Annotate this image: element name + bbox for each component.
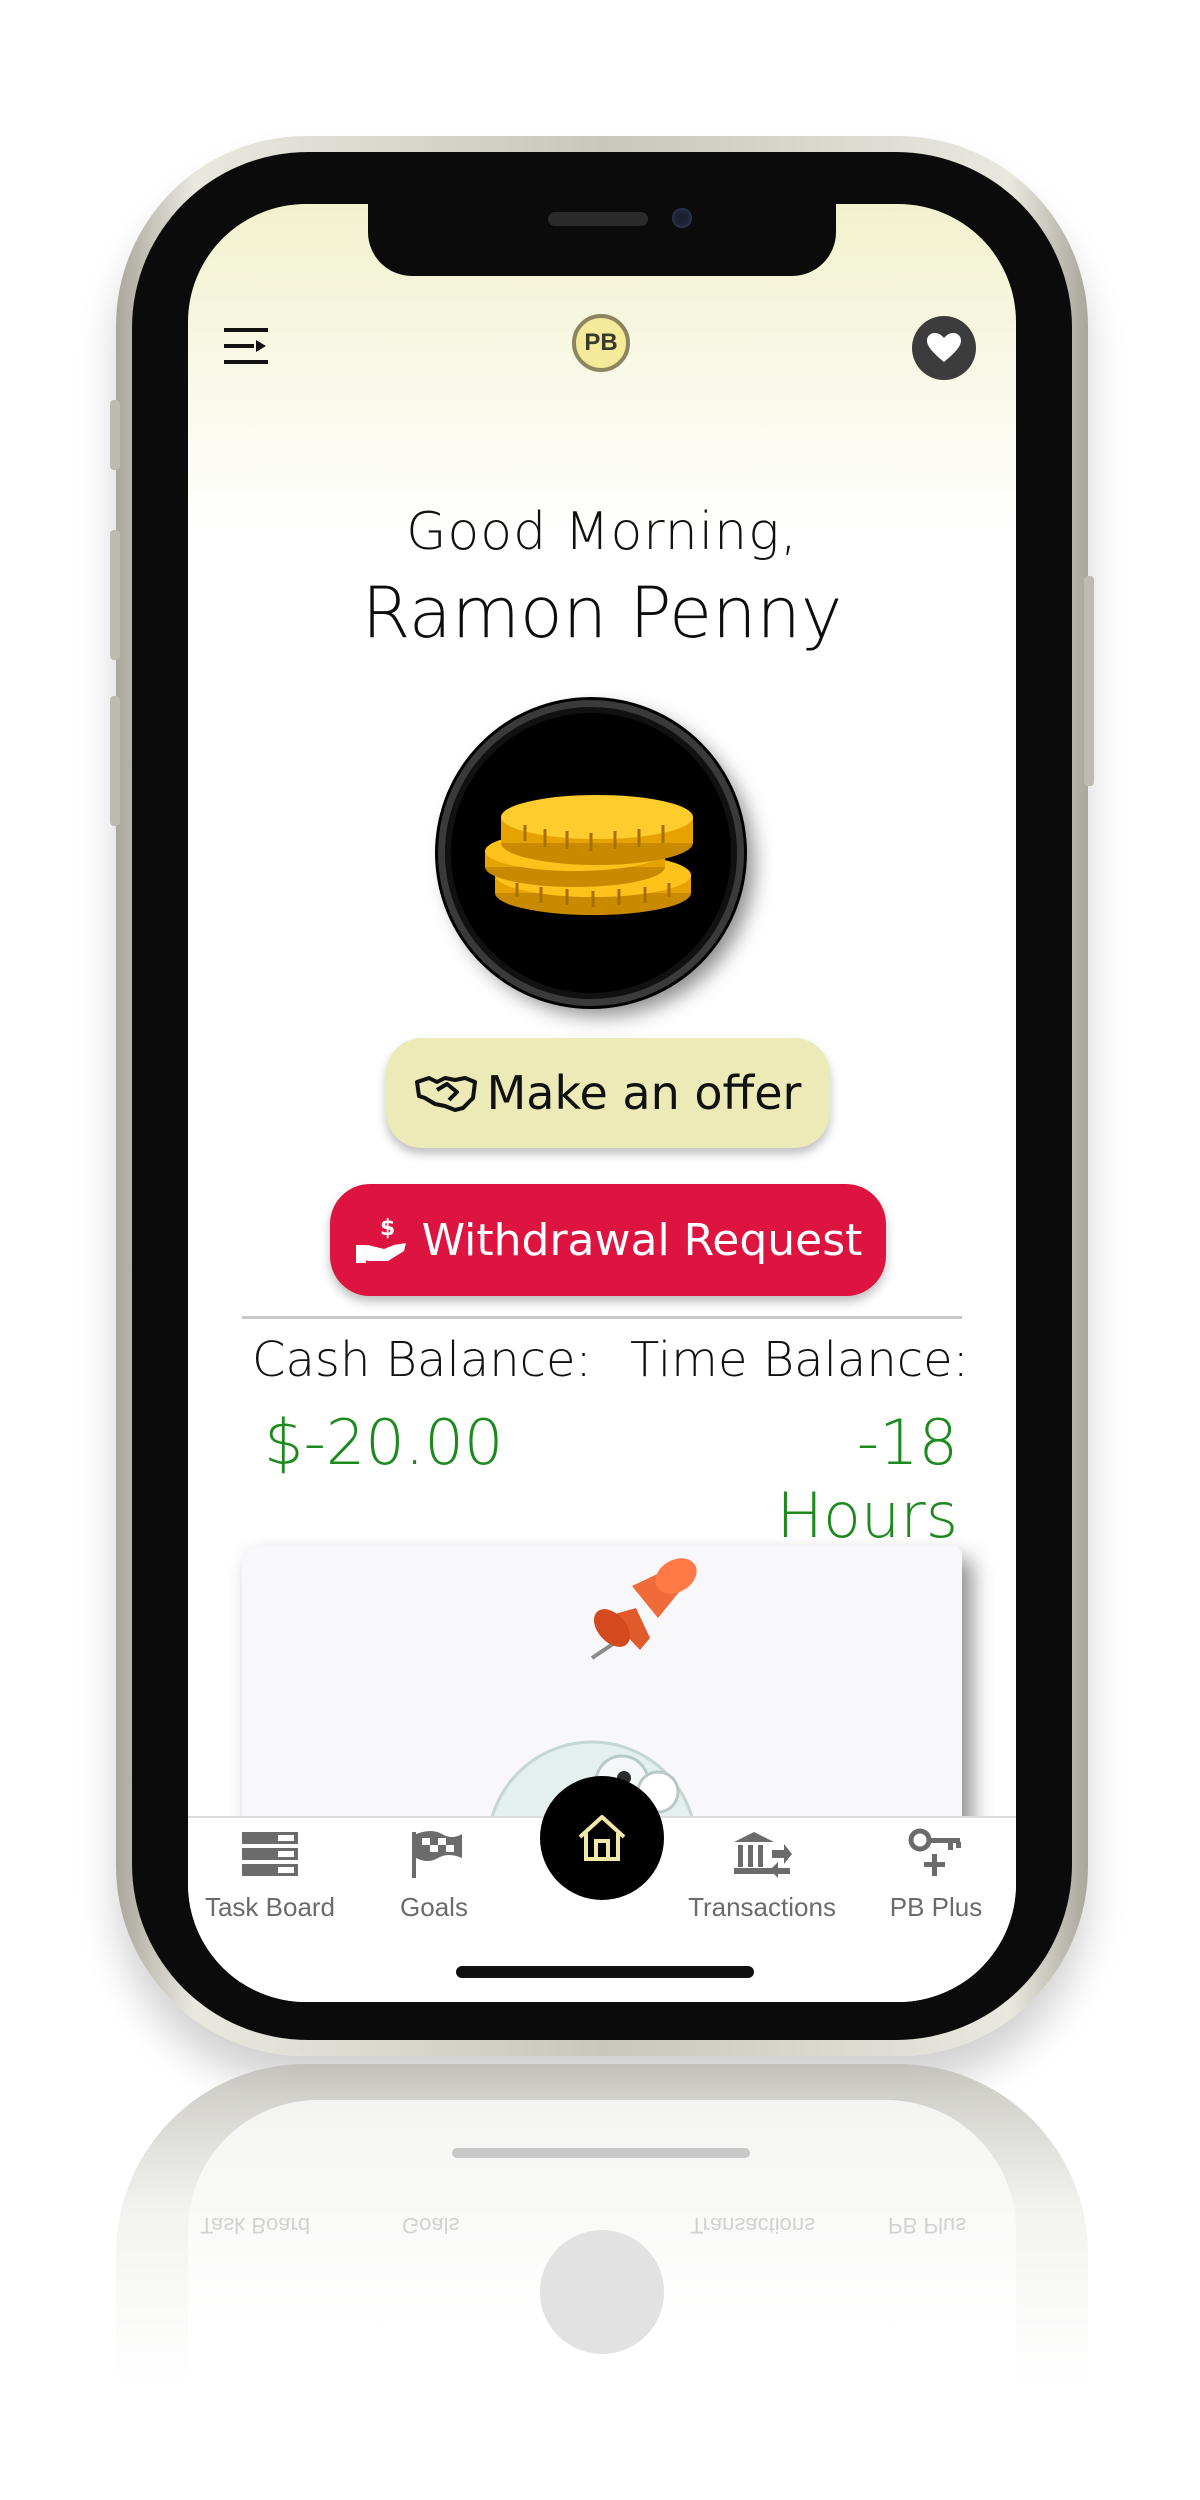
volume-down-button xyxy=(110,696,120,826)
tab-pb-plus[interactable]: PB Plus xyxy=(856,1818,1016,1938)
key-plus-icon xyxy=(908,1828,961,1876)
front-camera xyxy=(672,208,692,228)
greeting-text: Good Morning, xyxy=(406,502,798,562)
reflection-label-transactions: Transactions xyxy=(690,2213,816,2238)
task-board-icon xyxy=(242,1832,298,1876)
reflection-home-indicator xyxy=(452,2148,750,2158)
coin-badge xyxy=(438,700,744,1006)
balance-divider xyxy=(242,1316,962,1319)
make-offer-label: Make an offer xyxy=(486,1066,802,1120)
reflection-label-pb-plus: PB Plus xyxy=(888,2213,967,2238)
home-indicator[interactable] xyxy=(456,1966,754,1978)
time-balance-label: Time Balance: xyxy=(630,1332,969,1388)
menu-icon[interactable] xyxy=(222,324,272,368)
withdrawal-request-label: Withdrawal Request xyxy=(421,1214,863,1266)
app-screen: PB Good Morning, Ramon Penny Make an off… xyxy=(188,204,1016,2002)
tab-transactions-label: Transactions xyxy=(688,1892,836,1922)
power-button xyxy=(1084,576,1094,786)
phone-notch xyxy=(368,204,836,276)
reflection-label-goals: Goals xyxy=(402,2213,460,2238)
volume-up-button xyxy=(110,530,120,660)
bank-transfer-icon xyxy=(734,1832,792,1878)
tab-transactions[interactable]: Transactions xyxy=(682,1818,842,1938)
home-icon xyxy=(578,1815,626,1861)
tab-pb-plus-label: PB Plus xyxy=(889,1892,983,1922)
hand-dollar-icon: $ xyxy=(355,1216,406,1263)
cash-balance-label: Cash Balance: xyxy=(252,1332,592,1388)
tab-task-board[interactable]: Task Board xyxy=(190,1818,350,1938)
make-offer-button[interactable]: Make an offer xyxy=(386,1038,830,1148)
cash-balance-value: $-20.00 xyxy=(264,1406,504,1479)
heart-icon[interactable] xyxy=(912,316,976,380)
flag-icon xyxy=(412,1831,462,1878)
mute-switch xyxy=(110,400,120,470)
handshake-icon xyxy=(414,1076,477,1112)
tab-goals-label: Goals xyxy=(400,1892,468,1922)
tab-goals[interactable]: Goals xyxy=(354,1818,514,1938)
withdrawal-request-button[interactable]: $ Withdrawal Request xyxy=(330,1184,886,1296)
reflection-label-task-board: Task Board xyxy=(200,2213,311,2238)
reflection-home-button xyxy=(540,2230,664,2354)
tab-home[interactable] xyxy=(540,1776,664,1900)
pushpin-icon xyxy=(590,1558,697,1660)
coins-icon xyxy=(485,795,693,915)
speaker-grill xyxy=(548,212,648,226)
time-balance-value: -18 Hours xyxy=(776,1406,958,1552)
svg-text:$: $ xyxy=(380,1216,395,1241)
user-name: Ramon Penny xyxy=(361,572,843,654)
app-logo: PB xyxy=(572,314,630,372)
logo-text: PB xyxy=(584,329,618,356)
tab-task-board-label: Task Board xyxy=(204,1892,336,1922)
